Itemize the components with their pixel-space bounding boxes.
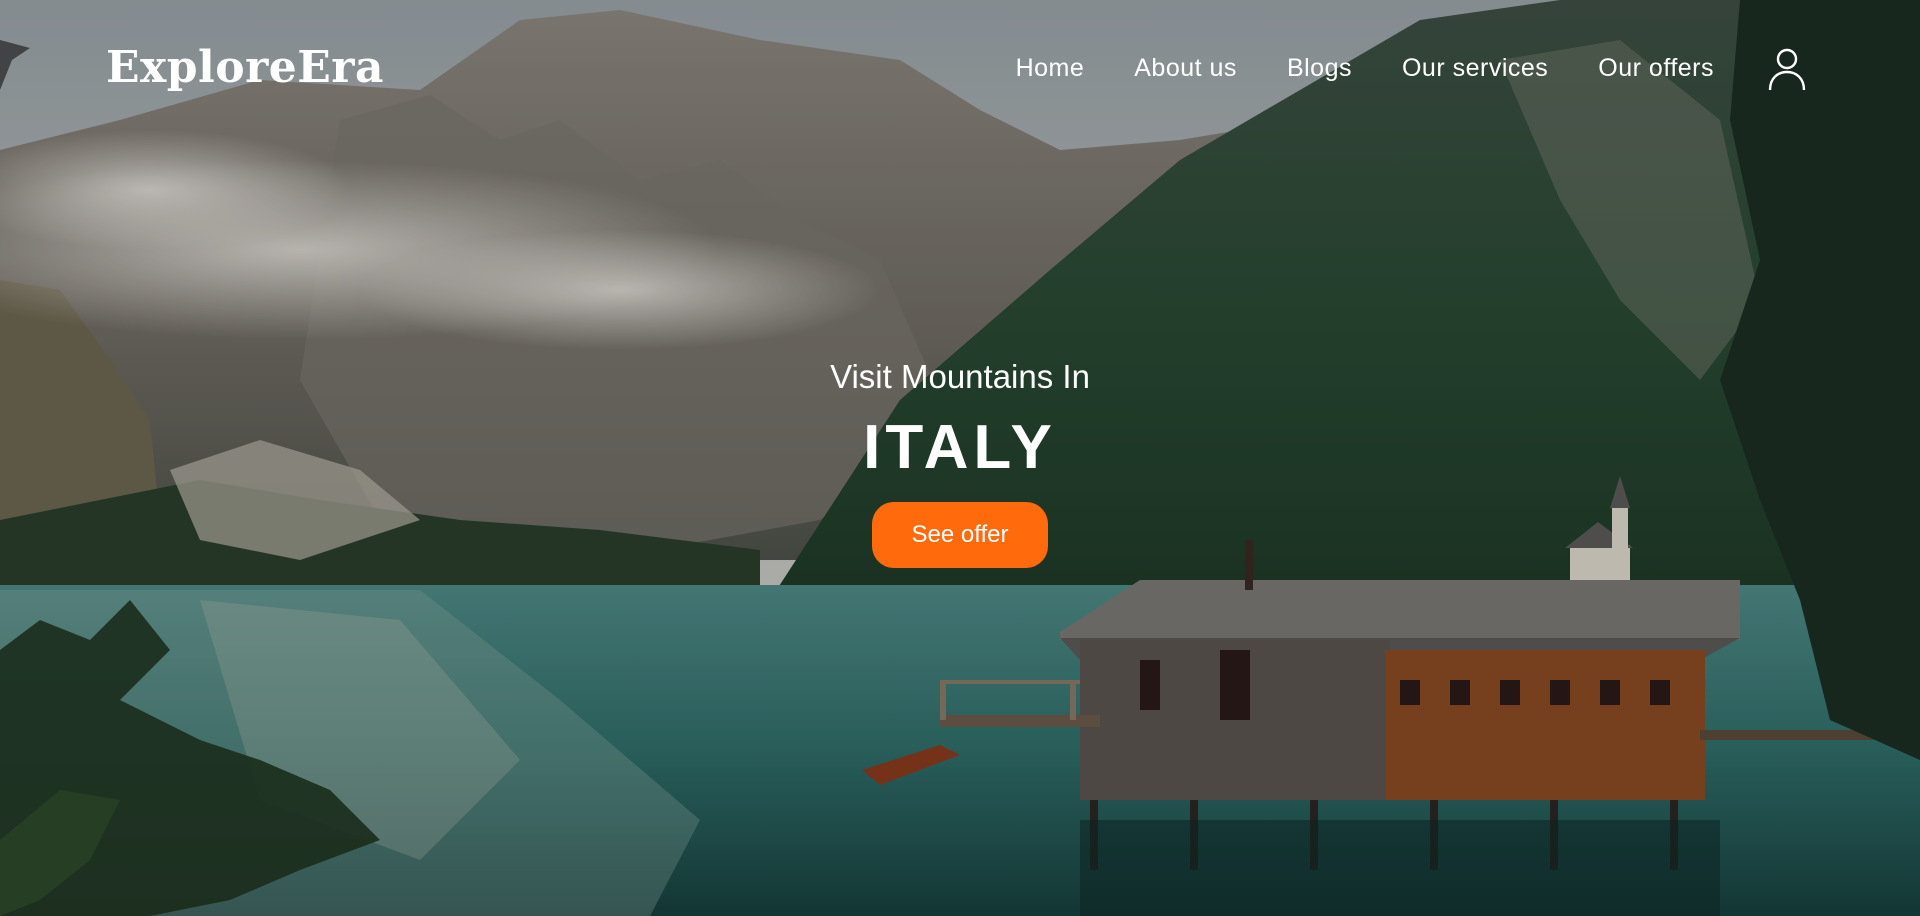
user-icon[interactable] [1767,46,1807,92]
nav-item-home: Home [1016,50,1085,86]
nav-item-about-us: About us [1134,50,1237,86]
nav-link-about-us[interactable]: About us [1134,54,1237,82]
nav-link-home[interactable]: Home [1016,54,1085,82]
site-logo[interactable]: ExploreEra [106,38,384,98]
hero-headline: ITALY [863,413,1057,482]
nav-link-our-services[interactable]: Our services [1402,54,1548,82]
nav-item-our-services: Our services [1402,50,1548,86]
nav-item-blogs: Blogs [1287,50,1352,86]
nav-item-our-offers: Our offers [1598,50,1714,86]
hero-eyebrow: Visit Mountains In [830,358,1090,395]
nav-link-blogs[interactable]: Blogs [1287,54,1352,82]
see-offer-button[interactable]: See offer [872,502,1048,568]
nav-list: Home About us Blogs Our services Our off… [1016,50,1714,86]
hero-section: ExploreEra Home About us Blogs Our servi… [0,0,1920,916]
nav-link-our-offers[interactable]: Our offers [1598,54,1714,82]
site-header: ExploreEra Home About us Blogs Our servi… [0,0,1920,140]
hero-content: Visit Mountains In ITALY See offer [0,350,1920,568]
